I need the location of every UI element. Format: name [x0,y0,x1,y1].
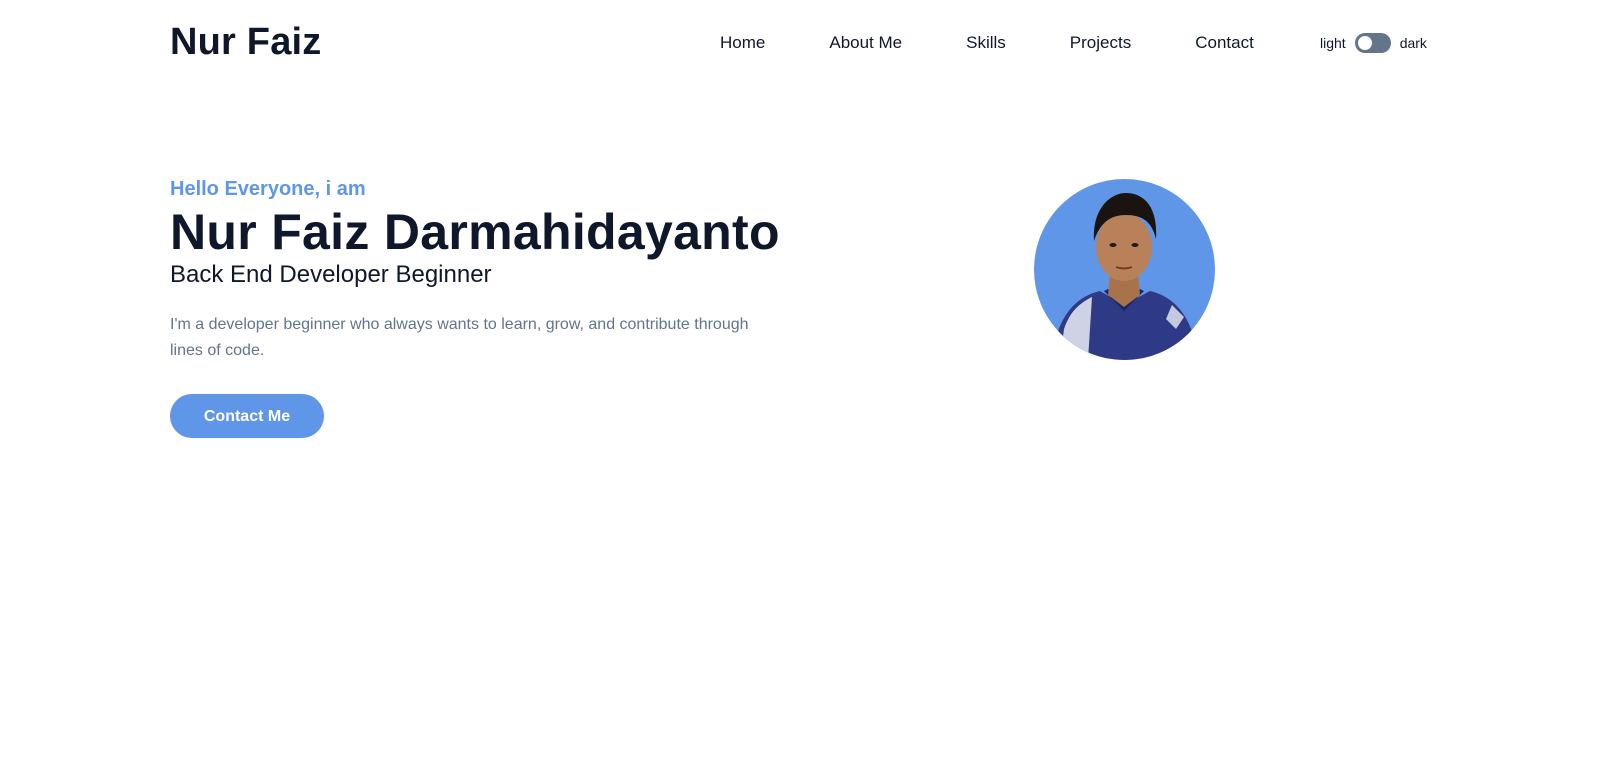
nav-link-skills[interactable]: Skills [966,30,1006,56]
site-header: Nur Faiz Home About Me Skills Projects C… [0,0,1599,86]
toggle-knob [1357,36,1372,50]
profile-avatar [1034,179,1215,360]
site-logo[interactable]: Nur Faiz [170,18,322,66]
contact-me-button[interactable]: Contact Me [170,394,324,438]
nav-link-home[interactable]: Home [720,30,765,56]
hero-greeting: Hello Everyone, i am [170,178,366,200]
nav-link-projects[interactable]: Projects [1070,30,1131,56]
profile-photo-icon [1052,193,1198,360]
theme-toggle-switch[interactable] [1354,33,1391,53]
hero-description: I'm a developer beginner who always want… [170,316,749,359]
hero-role: Back End Developer Beginner [170,261,492,288]
hero-section: Hello Everyone, i am Nur Faiz Darmahiday… [170,176,810,438]
theme-toggle: light dark [1320,30,1427,56]
theme-light-label: light [1320,35,1346,51]
theme-dark-label: dark [1399,35,1427,51]
main-nav: Home About Me Skills Projects Contact [720,30,1254,56]
nav-link-about-me[interactable]: About Me [829,30,902,56]
nav-link-contact[interactable]: Contact [1195,30,1254,56]
hero-name: Nur Faiz Darmahidayanto [170,204,780,260]
